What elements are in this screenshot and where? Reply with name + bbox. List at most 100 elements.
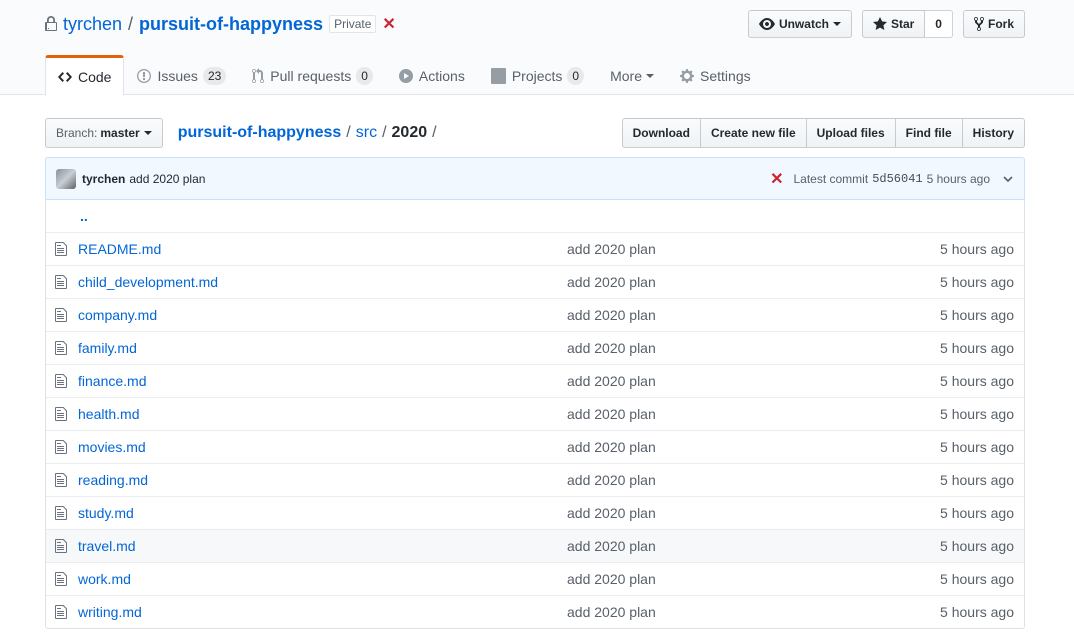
lock-icon: [45, 16, 57, 32]
table-row: movies.md add 2020 plan 5 hours ago: [46, 430, 1024, 463]
file-age: 5 hours ago: [940, 571, 1014, 587]
file-name-link[interactable]: study.md: [78, 505, 567, 521]
file-commit-message-link[interactable]: add 2020 plan: [567, 604, 656, 620]
tab-issues[interactable]: Issues 23: [124, 55, 239, 95]
repo-owner-link[interactable]: tyrchen: [63, 14, 122, 35]
issues-counter: 23: [202, 67, 227, 85]
file-name-link[interactable]: company.md: [78, 307, 567, 323]
tab-label: Projects: [511, 68, 563, 84]
create-new-file-button[interactable]: Create new file: [699, 118, 807, 148]
file-commit-message: add 2020 plan: [567, 241, 817, 257]
file-name-link[interactable]: finance.md: [78, 373, 567, 389]
tab-more[interactable]: More: [597, 55, 667, 95]
table-row: travel.md add 2020 plan 5 hours ago: [46, 529, 1024, 562]
find-file-button[interactable]: Find file: [894, 118, 963, 148]
file-commit-message: add 2020 plan: [567, 274, 817, 290]
x-icon[interactable]: ✕: [770, 169, 783, 189]
file-list: .. README.md add 2020 plan 5 hours ago chil…: [45, 199, 1025, 629]
table-row: company.md add 2020 plan 5 hours ago: [46, 298, 1024, 331]
tab-label: Issues: [157, 68, 198, 84]
tab-actions[interactable]: Actions: [386, 55, 478, 95]
tab-projects[interactable]: Projects 0: [478, 55, 597, 95]
private-label: Private: [329, 15, 377, 33]
commit-sha-link[interactable]: 5d56041: [872, 172, 922, 186]
star-button[interactable]: Star: [861, 10, 926, 38]
commit-age: 5 hours ago: [926, 171, 990, 186]
file-commit-message: add 2020 plan: [567, 406, 817, 422]
file-commit-message-link[interactable]: add 2020 plan: [567, 340, 656, 356]
file-icon: [55, 439, 71, 455]
chevron-down-icon[interactable]: [1002, 173, 1014, 185]
repo-name-link[interactable]: pursuit-of-happyness: [139, 14, 323, 35]
file-commit-message: add 2020 plan: [567, 439, 817, 455]
fork-button[interactable]: Fork: [962, 10, 1025, 38]
breadcrumb-separator: /: [432, 124, 437, 141]
file-commit-message: add 2020 plan: [567, 604, 817, 620]
file-commit-message-link[interactable]: add 2020 plan: [567, 439, 656, 455]
file-icon: [55, 604, 71, 620]
star-group: Star 0: [861, 10, 953, 38]
file-commit-message: add 2020 plan: [567, 472, 817, 488]
file-commit-message-link[interactable]: add 2020 plan: [567, 307, 656, 323]
fork-label: Fork: [987, 17, 1014, 31]
unwatch-label: Unwatch: [778, 17, 829, 31]
parent-dir-link[interactable]: ..: [80, 208, 88, 224]
star-label: Star: [890, 17, 915, 31]
file-age: 5 hours ago: [940, 505, 1014, 521]
file-name-link[interactable]: child_development.md: [78, 274, 567, 290]
file-name-link[interactable]: writing.md: [78, 604, 567, 620]
file-name-link[interactable]: work.md: [78, 571, 567, 587]
tab-settings[interactable]: Settings: [667, 55, 764, 95]
star-count[interactable]: 0: [925, 10, 953, 38]
file-age: 5 hours ago: [940, 538, 1014, 554]
breadcrumb-separator: /: [382, 124, 387, 141]
file-commit-message-link[interactable]: add 2020 plan: [567, 571, 656, 587]
file-icon: [55, 505, 71, 521]
tab-code[interactable]: Code: [45, 55, 125, 96]
file-name-link[interactable]: family.md: [78, 340, 567, 356]
breadcrumb-root-link[interactable]: pursuit-of-happyness: [178, 124, 342, 142]
gear-icon: [680, 68, 695, 84]
table-row: reading.md add 2020 plan 5 hours ago: [46, 463, 1024, 496]
latest-commit-label: Latest commit: [793, 171, 869, 186]
history-button[interactable]: History: [961, 118, 1025, 148]
eye-icon: [758, 18, 775, 30]
avatar[interactable]: [56, 168, 76, 189]
file-name-link[interactable]: README.md: [78, 241, 567, 257]
download-button[interactable]: Download: [621, 118, 701, 148]
tab-pull-requests[interactable]: Pull requests 0: [239, 55, 386, 95]
file-name-link[interactable]: movies.md: [78, 439, 567, 455]
file-commit-message-link[interactable]: add 2020 plan: [567, 472, 656, 488]
file-commit-message-link[interactable]: add 2020 plan: [567, 274, 656, 290]
star-icon: [872, 17, 887, 30]
commit-message-link[interactable]: add 2020 plan: [129, 172, 205, 186]
chevron-down-icon: [832, 22, 841, 26]
file-commit-message-link[interactable]: add 2020 plan: [567, 505, 656, 521]
commit-meta: ✕ Latest commit 5d56041 5 hours ago: [770, 169, 1014, 189]
file-commit-message: add 2020 plan: [567, 307, 817, 323]
file-icon: [55, 274, 71, 290]
file-name-link[interactable]: health.md: [78, 406, 567, 422]
file-commit-message-link[interactable]: add 2020 plan: [567, 241, 656, 257]
breadcrumb-src-link[interactable]: src: [356, 124, 377, 142]
file-commit-message: add 2020 plan: [567, 340, 817, 356]
breadcrumb-separator: /: [346, 124, 351, 141]
file-icon: [55, 241, 71, 257]
commit-author-link[interactable]: tyrchen: [82, 172, 125, 186]
file-age: 5 hours ago: [940, 373, 1014, 389]
file-commit-message-link[interactable]: add 2020 plan: [567, 373, 656, 389]
file-commit-message-link[interactable]: add 2020 plan: [567, 538, 656, 554]
projects-counter: 0: [567, 67, 585, 85]
x-icon[interactable]: ✕: [382, 14, 395, 34]
repo-nav-tabs: Code Issues 23 Pull requests 0 Actions P…: [45, 55, 764, 96]
file-commit-message-link[interactable]: add 2020 plan: [567, 406, 656, 422]
file-icon: [55, 538, 71, 554]
latest-commit-bar: tyrchen add 2020 plan ✕ Latest commit 5d…: [45, 157, 1025, 200]
file-icon: [55, 472, 71, 488]
branch-select-button[interactable]: Branch: master: [45, 118, 163, 148]
file-name-link[interactable]: reading.md: [78, 472, 567, 488]
file-name-link[interactable]: travel.md: [78, 538, 567, 554]
tab-label: Code: [78, 68, 112, 85]
unwatch-button[interactable]: Unwatch: [747, 10, 852, 38]
upload-files-button[interactable]: Upload files: [805, 118, 896, 148]
